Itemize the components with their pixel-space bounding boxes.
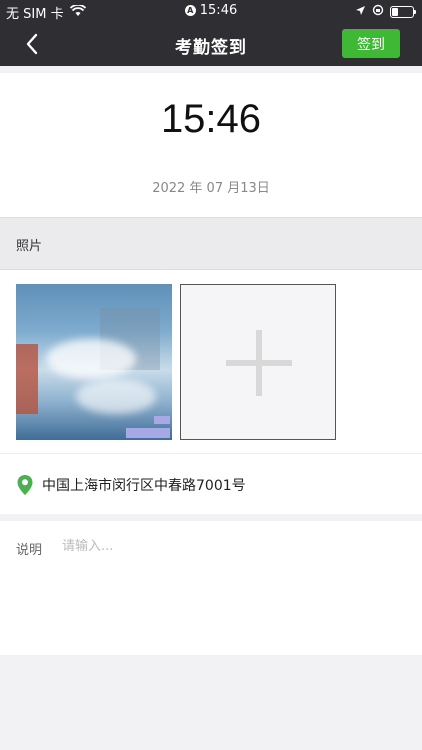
time-card: 15:46 2022 年 07 月13日: [0, 73, 422, 217]
map-pin-icon: [16, 474, 34, 500]
note-input[interactable]: [60, 535, 404, 557]
photo-content: [154, 416, 170, 424]
location-row[interactable]: 中国上海市闵行区中春路7001号: [0, 453, 422, 514]
plus-icon: [256, 330, 262, 396]
nav-bar: 考勤签到 签到: [0, 22, 422, 66]
battery-icon: [390, 6, 416, 18]
screen-lock-icon: A: [184, 5, 196, 16]
location-arrow-icon: [355, 5, 366, 20]
status-time: 15:46: [199, 3, 238, 18]
photo-content: [46, 339, 136, 379]
orientation-lock-icon: [372, 4, 384, 20]
signin-button[interactable]: 签到: [342, 29, 400, 58]
note-section: 说明: [0, 521, 422, 655]
clock-time: 15:46: [160, 97, 262, 141]
location-address: 中国上海市闵行区中春路7001号: [42, 478, 246, 494]
note-label: 说明: [16, 543, 43, 558]
clock-date: 2022 年 07 月13日: [152, 181, 270, 196]
photo-content: [16, 344, 38, 414]
photo-section-header: 照片: [0, 217, 422, 270]
status-bar: 无 SIM 卡 A 15:46: [0, 0, 422, 22]
photo-area: [0, 270, 422, 453]
photo-content: [76, 379, 156, 414]
photo-section-title: 照片: [16, 239, 43, 254]
photo-thumbnail[interactable]: [16, 284, 172, 440]
add-photo-button[interactable]: [180, 284, 336, 440]
photo-content: [126, 428, 170, 438]
